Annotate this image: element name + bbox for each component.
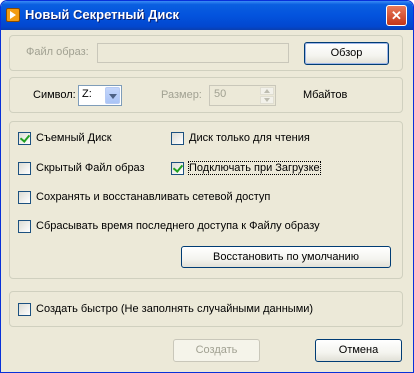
checkbox-checked-icon[interactable] bbox=[18, 132, 31, 145]
window-title: Новый Секретный Диск bbox=[25, 7, 180, 22]
spin-down-icon[interactable] bbox=[260, 96, 274, 104]
quick-create-label: Создать быстро (Не заполнять случайными … bbox=[36, 303, 314, 315]
cancel-button-label: Отмена bbox=[338, 344, 379, 356]
readonly-label: Диск только для чтения bbox=[189, 132, 310, 144]
mount-on-boot-label: Подключать при Загрузке bbox=[188, 161, 321, 175]
reset-access-time-label: Сбрасывать время последнего доступа к Фа… bbox=[36, 220, 320, 232]
checkbox-icon[interactable] bbox=[18, 220, 31, 233]
checkbox-icon[interactable] bbox=[171, 132, 184, 145]
removable-disk-label: Съемный Диск bbox=[36, 132, 112, 144]
checkbox-checked-icon[interactable] bbox=[171, 162, 184, 175]
symbol-label: Символ: bbox=[33, 89, 76, 101]
dialog-window: Новый Секретный Диск ✕ Файл образ: Обзор… bbox=[0, 0, 414, 373]
chevron-down-icon[interactable] bbox=[105, 87, 120, 104]
size-value: 50 bbox=[214, 88, 227, 100]
checkbox-icon[interactable] bbox=[18, 303, 31, 316]
title-bar[interactable]: Новый Секретный Диск ✕ bbox=[1, 1, 413, 30]
close-button[interactable]: ✕ bbox=[386, 5, 407, 26]
size-spinner[interactable]: 50 bbox=[209, 85, 276, 106]
cancel-button[interactable]: Отмена bbox=[315, 339, 402, 362]
size-label: Размер: bbox=[161, 89, 202, 101]
checkbox-icon[interactable] bbox=[18, 162, 31, 175]
app-icon bbox=[6, 8, 20, 22]
browse-button[interactable]: Обзор bbox=[304, 42, 389, 65]
create-button[interactable]: Создать bbox=[173, 339, 260, 362]
symbol-select[interactable]: Z: bbox=[78, 85, 122, 106]
symbol-value: Z: bbox=[82, 88, 92, 100]
restore-defaults-button[interactable]: Восстановить по умолчанию bbox=[181, 246, 391, 268]
file-image-label: Файл образ: bbox=[26, 46, 89, 58]
network-access-label: Сохранять и восстанавливать сетевой дост… bbox=[36, 191, 271, 203]
hidden-image-label: Скрытый Файл образ bbox=[36, 162, 145, 174]
create-button-label: Создать bbox=[195, 344, 238, 356]
restore-defaults-label: Восстановить по умолчанию bbox=[213, 251, 359, 263]
spin-up-icon[interactable] bbox=[260, 87, 274, 95]
checkbox-icon[interactable] bbox=[18, 191, 31, 204]
size-unit-label: Мбайтов bbox=[303, 89, 348, 101]
browse-button-label: Обзор bbox=[330, 47, 363, 59]
file-image-field[interactable] bbox=[97, 43, 289, 63]
